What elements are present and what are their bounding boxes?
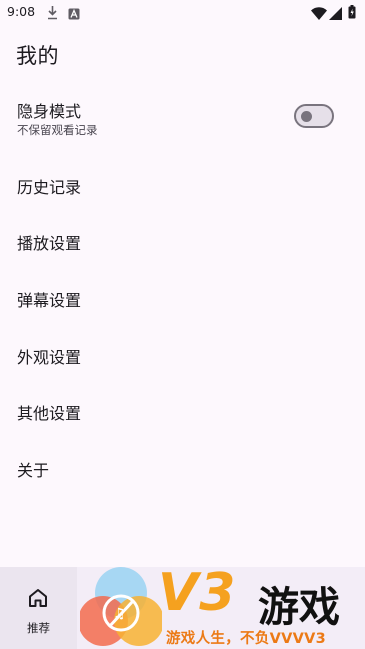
incognito-toggle[interactable] [294, 104, 334, 128]
page-title: 我的 [16, 44, 59, 68]
appearance-settings-label: 外观设置 [17, 348, 82, 367]
watermark-logo: ♫ [80, 567, 162, 646]
signal-icon [329, 5, 342, 24]
appearance-settings-item[interactable]: 外观设置 [0, 335, 365, 375]
wifi-icon [311, 5, 327, 24]
watermark-name: 游戏 [258, 583, 340, 631]
about-label: 关于 [17, 461, 50, 480]
other-settings-label: 其他设置 [17, 404, 82, 423]
svg-text:♫: ♫ [113, 606, 126, 622]
battery-icon [348, 4, 356, 23]
nav-item-recommend[interactable]: 推荐 [0, 567, 77, 649]
other-settings-item[interactable]: 其他设置 [0, 391, 365, 431]
playback-settings-label: 播放设置 [17, 234, 82, 253]
status-bar: 9:08 [0, 0, 365, 24]
toggle-knob [301, 111, 312, 122]
playback-settings-item[interactable]: 播放设置 [0, 221, 365, 261]
home-icon [27, 588, 49, 612]
history-label: 历史记录 [17, 178, 82, 197]
watermark: ♫ V3 游戏 游戏人生，不负VVVV3 [80, 563, 365, 649]
watermark-brand: V3 [158, 563, 237, 623]
history-item[interactable]: 历史记录 [0, 165, 365, 205]
incognito-label: 隐身模式 [17, 102, 82, 121]
danmaku-settings-item[interactable]: 弹幕设置 [0, 278, 365, 318]
incognito-description: 不保留观看记录 [17, 123, 98, 137]
about-item[interactable]: 关于 [0, 448, 365, 488]
status-time: 9:08 [7, 4, 36, 19]
download-icon [47, 5, 58, 24]
nav-label-recommend: 推荐 [27, 621, 50, 635]
danmaku-settings-label: 弹幕设置 [17, 291, 82, 310]
watermark-slogan: 游戏人生，不负VVVV3 [166, 631, 327, 647]
app-notification-icon [68, 5, 80, 24]
